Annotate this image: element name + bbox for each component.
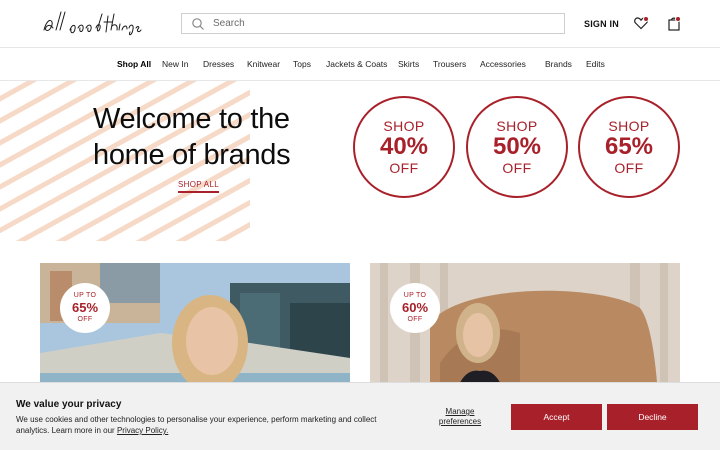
hero-title: Welcome to the home of brands (93, 101, 353, 173)
badge-suffix: OFF (407, 316, 423, 323)
nav-item-tops[interactable]: Tops (293, 59, 311, 70)
discount-badge: UP TO 60% OFF (390, 283, 440, 333)
nav-item-new-in[interactable]: New In (162, 59, 188, 70)
decline-button[interactable]: Decline (607, 404, 698, 430)
promo-value: 50% (492, 133, 542, 160)
hero-title-line-1: Welcome to the (93, 103, 290, 135)
hero-title-line-2: home of brands (93, 139, 291, 171)
nav-item-dresses[interactable]: Dresses (203, 59, 234, 70)
nav-item-shop-all[interactable]: Shop All (117, 59, 151, 70)
promo-suffix: OFF (614, 160, 644, 176)
nav-item-brands[interactable]: Brands (545, 59, 572, 70)
nav-item-edits[interactable]: Edits (586, 59, 605, 70)
promo-label: SHOP (496, 118, 538, 134)
nav-item-knitwear[interactable]: Knitwear (247, 59, 280, 70)
badge-suffix: OFF (77, 316, 93, 323)
sign-in-link[interactable]: SIGN IN (584, 18, 619, 30)
search-input[interactable]: Search (213, 17, 245, 31)
cookie-banner: We value your privacy We use cookies and… (0, 382, 720, 450)
basket-indicator (675, 16, 681, 22)
badge-prefix: UP TO (73, 292, 97, 299)
promo-suffix: OFF (389, 160, 419, 176)
nav-item-skirts[interactable]: Skirts (398, 59, 419, 70)
promo-65-off[interactable]: SHOP 65% OFF (578, 96, 680, 198)
wishlist-indicator (643, 16, 649, 22)
cookie-description: We use cookies and other technologies to… (16, 414, 386, 436)
nav-item-trousers[interactable]: Trousers (433, 59, 466, 70)
nav-item-jackets-coats[interactable]: Jackets & Coats (326, 59, 387, 70)
promo-value: 65% (604, 133, 654, 160)
search-box[interactable]: Search (181, 13, 565, 34)
shop-all-link[interactable]: SHOP ALL (178, 180, 219, 193)
badge-value: 60% (401, 300, 429, 315)
hero-section: Welcome to the home of brands SHOP ALL S… (0, 81, 720, 241)
promo-suffix: OFF (502, 160, 532, 176)
page: Search SIGN IN Shop All New In Dresses K… (0, 0, 720, 450)
manage-preferences-link[interactable]: Manage preferences (432, 407, 488, 427)
promo-label: SHOP (608, 118, 650, 134)
search-icon (192, 18, 204, 30)
main-nav: Shop All New In Dresses Knitwear Tops Ja… (0, 48, 720, 81)
site-header: Search SIGN IN (0, 0, 720, 48)
nav-item-accessories[interactable]: Accessories (480, 59, 526, 70)
promo-label: SHOP (383, 118, 425, 134)
accept-button[interactable]: Accept (511, 404, 602, 430)
cookie-text: We use cookies and other technologies to… (16, 415, 377, 435)
wishlist-button[interactable] (633, 15, 649, 31)
cookie-title: We value your privacy (16, 399, 122, 410)
promo-value: 40% (379, 133, 429, 160)
brand-logo[interactable] (40, 8, 142, 38)
promo-50-off[interactable]: SHOP 50% OFF (466, 96, 568, 198)
privacy-policy-link[interactable]: Privacy Policy. (117, 426, 168, 435)
basket-button[interactable] (666, 15, 682, 31)
badge-value: 65% (71, 300, 99, 315)
badge-prefix: UP TO (403, 292, 427, 299)
promo-40-off[interactable]: SHOP 40% OFF (353, 96, 455, 198)
discount-badge: UP TO 65% OFF (60, 283, 110, 333)
